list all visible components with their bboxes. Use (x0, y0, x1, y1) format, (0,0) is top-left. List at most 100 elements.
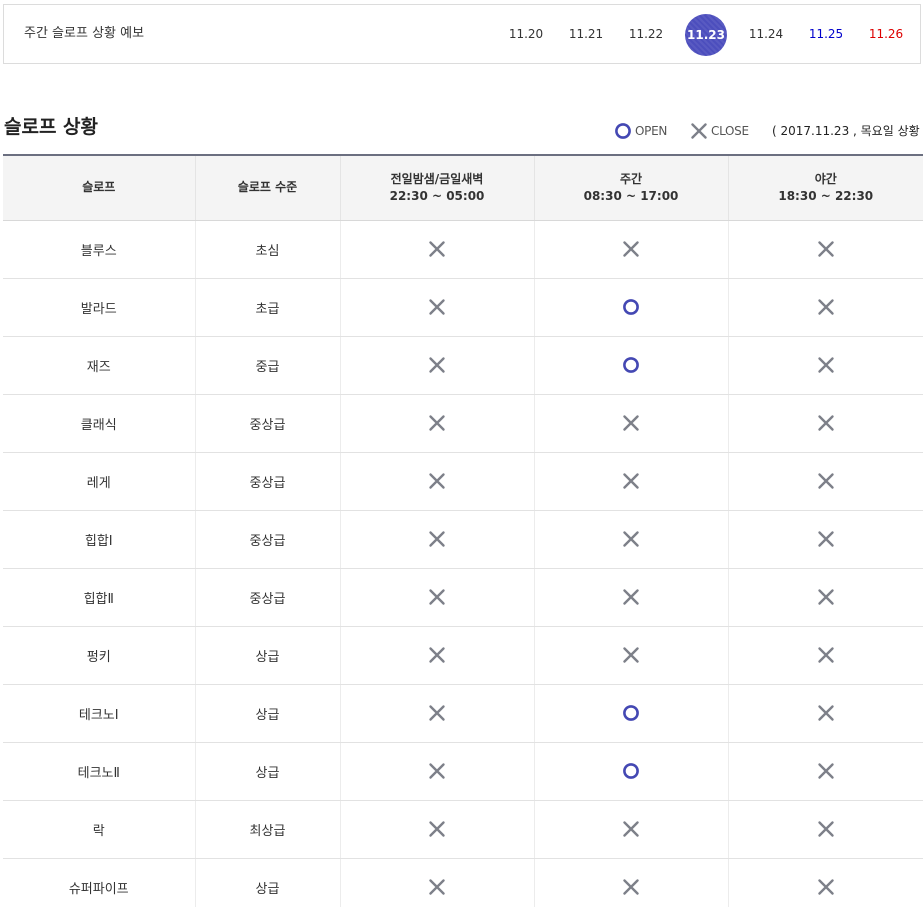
status-overnight (340, 510, 535, 569)
slope-name: 발라드 (3, 278, 196, 337)
legend-open-label: OPEN (635, 124, 668, 138)
slope-name: 재즈 (3, 336, 196, 395)
status-overnight (340, 336, 535, 395)
status-daytime (534, 800, 729, 859)
legend-close-label: CLOSE (711, 124, 749, 138)
table-row: 테크노Ⅱ 상급 (3, 742, 923, 801)
open-circle-icon (614, 122, 632, 140)
slope-name: 힙합Ⅰ (3, 510, 196, 569)
status-night (728, 742, 923, 801)
table-row: 힙합Ⅰ 중상급 (3, 510, 923, 569)
close-x-icon (622, 820, 640, 838)
close-x-icon (428, 298, 446, 316)
open-circle-icon (622, 356, 640, 374)
status-daytime (534, 452, 729, 511)
slope-level: 중상급 (195, 510, 341, 569)
close-x-icon (817, 820, 835, 838)
status-night (728, 684, 923, 743)
close-x-icon (817, 762, 835, 780)
status-daytime (534, 510, 729, 569)
table-row: 펑키 상급 (3, 626, 923, 685)
table-header-row: 슬로프 슬로프 수준 전일밤샘/금일새벽 22:30 ~ 05:00 주간 08:3… (3, 155, 923, 221)
status-overnight (340, 220, 535, 279)
close-x-icon (817, 530, 835, 548)
table-row: 레게 중상급 (3, 452, 923, 511)
date-item-1124[interactable]: 11.24 (743, 5, 789, 63)
status-daytime (534, 394, 729, 453)
slope-name: 슈퍼파이프 (3, 858, 196, 907)
open-circle-icon (622, 298, 640, 316)
table-row: 락 최상급 (3, 800, 923, 859)
close-x-icon (817, 588, 835, 606)
status-night (728, 510, 923, 569)
date-item-1126[interactable]: 11.26 (863, 5, 909, 63)
status-overnight (340, 800, 535, 859)
close-x-icon (428, 820, 446, 838)
header-slope: 슬로프 (3, 155, 196, 221)
header-slope-level: 슬로프 수준 (195, 155, 341, 221)
open-circle-icon (622, 704, 640, 722)
close-x-icon (428, 240, 446, 258)
slope-name: 테크노Ⅰ (3, 684, 196, 743)
date-item-1121[interactable]: 11.21 (563, 5, 609, 63)
status-night (728, 220, 923, 279)
date-item-1123-selected[interactable]: 11.23 (685, 14, 727, 56)
slope-level: 중상급 (195, 452, 341, 511)
close-x-icon (428, 704, 446, 722)
slope-level: 초급 (195, 278, 341, 337)
close-x-icon (817, 298, 835, 316)
close-x-icon (622, 240, 640, 258)
slope-level: 초심 (195, 220, 341, 279)
close-x-icon (428, 762, 446, 780)
legend-close: CLOSE (690, 120, 749, 142)
status-night (728, 452, 923, 511)
status-overnight (340, 684, 535, 743)
header-night: 야간 18:30 ~ 22:30 (728, 155, 923, 221)
status-daytime (534, 742, 729, 801)
slope-name: 레게 (3, 452, 196, 511)
table-row: 재즈 중급 (3, 336, 923, 395)
close-x-icon (622, 588, 640, 606)
table-row: 발라드 초급 (3, 278, 923, 337)
slope-name: 펑키 (3, 626, 196, 685)
status-night (728, 626, 923, 685)
close-x-icon (428, 472, 446, 490)
status-night (728, 394, 923, 453)
header-overnight: 전일밤샘/금일새벽 22:30 ~ 05:00 (340, 155, 535, 221)
legend-open: OPEN (614, 120, 667, 142)
weekly-forecast-title: 주간 슬로프 상황 예보 (24, 26, 145, 41)
date-item-1122[interactable]: 11.22 (623, 5, 669, 63)
status-daytime (534, 684, 729, 743)
close-x-icon (428, 414, 446, 432)
slope-level: 상급 (195, 684, 341, 743)
close-x-icon (428, 588, 446, 606)
slope-level: 상급 (195, 626, 341, 685)
close-x-icon (690, 122, 708, 140)
slope-level: 중상급 (195, 568, 341, 627)
slope-level: 중상급 (195, 394, 341, 453)
weekly-forecast-bar: 주간 슬로프 상황 예보 11.20 11.21 11.22 11.23 11.… (3, 4, 921, 64)
section-title: 슬로프 상황 (4, 116, 99, 138)
status-overnight (340, 278, 535, 337)
status-night (728, 858, 923, 907)
slope-name: 힙합Ⅱ (3, 568, 196, 627)
status-night (728, 568, 923, 627)
status-daytime (534, 220, 729, 279)
table-row: 힙합Ⅱ 중상급 (3, 568, 923, 627)
slope-name: 락 (3, 800, 196, 859)
close-x-icon (817, 240, 835, 258)
header-daytime: 주간 08:30 ~ 17:00 (534, 155, 729, 221)
slope-level: 최상급 (195, 800, 341, 859)
close-x-icon (622, 472, 640, 490)
status-night (728, 800, 923, 859)
status-daytime (534, 278, 729, 337)
slope-name: 클래식 (3, 394, 196, 453)
close-x-icon (817, 646, 835, 664)
status-daytime (534, 858, 729, 907)
date-item-1125[interactable]: 11.25 (803, 5, 849, 63)
status-daytime (534, 626, 729, 685)
close-x-icon (817, 356, 835, 374)
table-row: 슈퍼파이프 상급 (3, 858, 923, 907)
table-row: 테크노Ⅰ 상급 (3, 684, 923, 743)
date-item-1120[interactable]: 11.20 (503, 5, 549, 63)
